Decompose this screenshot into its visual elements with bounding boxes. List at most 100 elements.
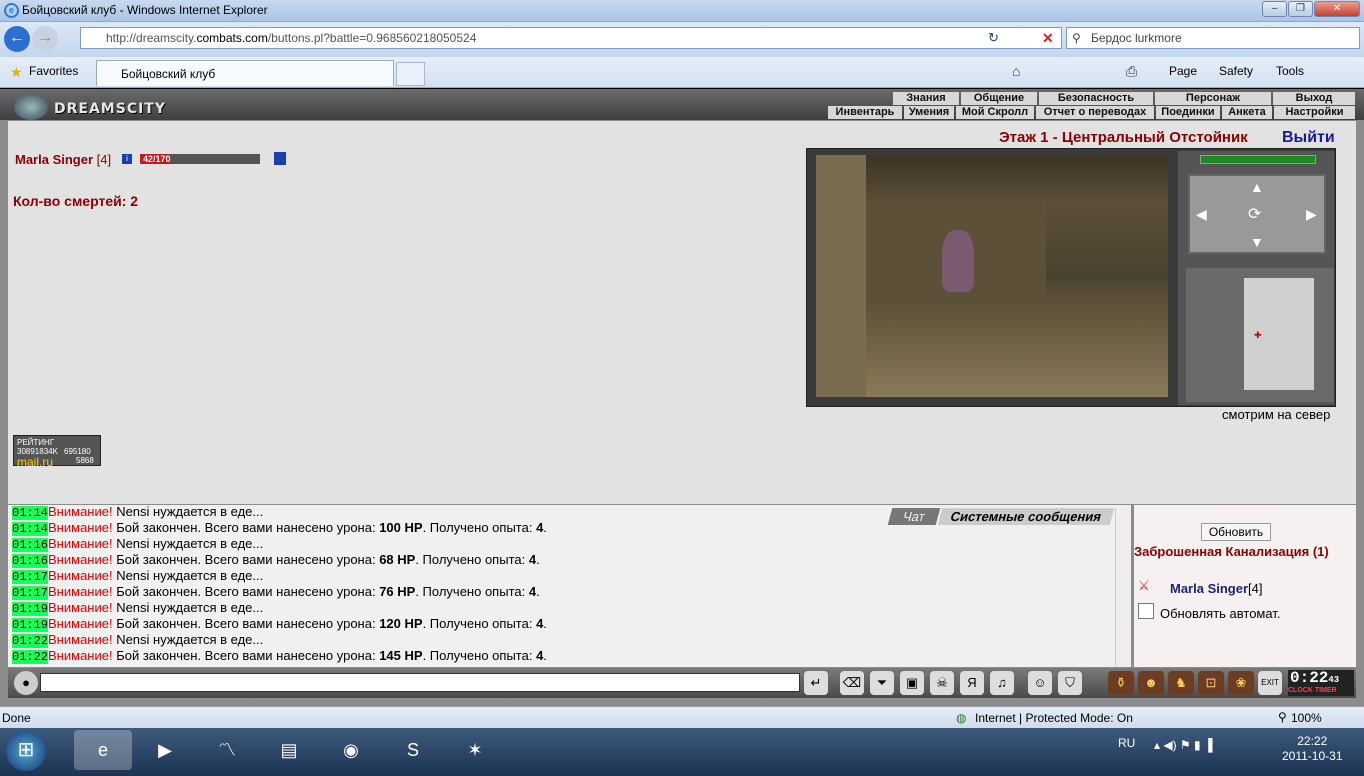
chat-timestamp[interactable]: 01:19	[12, 618, 49, 632]
chat-text: Nensi нуждается в еде...	[112, 504, 264, 519]
close-button[interactable]: ✕	[1314, 1, 1360, 17]
page-menu[interactable]: Page	[1169, 64, 1197, 78]
chat-text: Nensi нуждается в еде...	[112, 568, 264, 583]
rating-counter[interactable]: РЕЙТИНГ 30891834K mail.ru 695180 5868	[13, 435, 101, 468]
player-name: Marla Singer	[15, 152, 94, 167]
mask-icon[interactable]: ☻	[1138, 671, 1164, 695]
taskbar-chrome-icon[interactable]: ◉	[322, 730, 380, 770]
start-button[interactable]: ⊞	[6, 731, 46, 771]
chat-timestamp[interactable]: 01:14	[12, 506, 49, 520]
taskbar-skype-icon[interactable]: S	[384, 730, 442, 770]
back-button[interactable]: ←	[4, 26, 30, 52]
fighter-icon[interactable]: ☠	[930, 671, 954, 695]
home-icon[interactable]: ⌂	[1012, 63, 1020, 79]
bag-icon[interactable]: ⚱	[1108, 671, 1134, 695]
url-domain: combats.com	[196, 31, 268, 45]
chat-timestamp[interactable]: 01:22	[12, 650, 49, 664]
menu-transfers[interactable]: Отчет о переводах	[1036, 106, 1154, 119]
chat-line: 01:22Внимание! Бой закончен. Всего вами …	[12, 648, 547, 665]
exit-link[interactable]: Выйти	[1282, 129, 1335, 147]
forward-button[interactable]: →	[32, 26, 58, 52]
tab-system-messages[interactable]: Системные сообщения	[937, 508, 1115, 525]
chat-warning: Внимание!	[48, 520, 113, 535]
menu-skills[interactable]: Умения	[904, 106, 954, 119]
menu-inventory[interactable]: Инвентарь	[828, 106, 902, 119]
chat-mode-icon[interactable]: ●	[14, 671, 38, 695]
chat-scrollbar[interactable]	[1115, 508, 1130, 667]
url-input[interactable]: http://dreamscity.combats.com/buttons.pl…	[80, 27, 1062, 49]
tab-chat[interactable]: Чат	[887, 508, 941, 525]
arrow-down-icon[interactable]: ▼	[1250, 234, 1264, 250]
menu-settings[interactable]: Настройки	[1274, 106, 1355, 119]
tools-menu[interactable]: Tools	[1276, 64, 1304, 78]
menu-profile[interactable]: Анкета	[1222, 106, 1272, 119]
eraser-icon[interactable]: ⌫	[840, 671, 864, 695]
lock-icon[interactable]: ⊡	[1198, 671, 1224, 695]
minimize-button[interactable]: –	[1262, 1, 1287, 17]
menu-knowledge[interactable]: Знания	[893, 92, 959, 105]
monster-sprite[interactable]	[942, 230, 974, 292]
arrow-left-icon[interactable]: ◀	[1196, 206, 1207, 223]
taskbar-ie-icon[interactable]: e	[74, 730, 132, 770]
player-info[interactable]: Marla Singer [4]	[15, 152, 111, 167]
exit-door-icon[interactable]: EXIT	[1258, 671, 1282, 695]
clock-seconds: 43	[1328, 675, 1340, 685]
search-input[interactable]: Бердос lurkmore	[1066, 27, 1360, 49]
taskbar-media-icon[interactable]: ▶	[136, 730, 194, 770]
arrow-up-icon[interactable]: ▲	[1250, 179, 1264, 195]
menu-character[interactable]: Персонаж	[1155, 92, 1271, 105]
chat-text: Nensi нуждается в еде...	[112, 632, 264, 647]
filter-icon[interactable]: ⏷	[870, 671, 894, 695]
tray-lang[interactable]: RU	[1118, 736, 1135, 750]
arrow-right-icon[interactable]: ▶	[1306, 206, 1317, 223]
chat-damage: 120 HP	[379, 616, 423, 631]
taskbar-folder-icon[interactable]: ▤	[260, 730, 318, 770]
helmet-icon[interactable]: ⛉	[1058, 671, 1082, 695]
facing-direction: смотрим на север	[1222, 407, 1331, 422]
info-icon[interactable]: i	[122, 154, 132, 164]
chat-timestamp[interactable]: 01:14	[12, 522, 49, 536]
print-icon[interactable]: ⎙	[1126, 63, 1137, 80]
chat-timestamp[interactable]: 01:16	[12, 538, 49, 552]
translit-icon[interactable]: Я	[960, 671, 984, 695]
player-marker-icon: ✚	[1254, 330, 1262, 340]
save-log-icon[interactable]: ▣	[900, 671, 924, 695]
zoom-level[interactable]: 100%	[1291, 711, 1322, 725]
chat-input[interactable]	[40, 673, 800, 692]
menu-exit[interactable]: Выход	[1273, 92, 1355, 105]
chat-text-mid: . Получено опыта:	[415, 552, 529, 567]
safety-menu[interactable]: Safety	[1219, 64, 1253, 78]
taskbar-clock[interactable]: 22:22 2011-10-31	[1282, 734, 1343, 764]
tab-combats[interactable]: Бойцовский клуб	[96, 60, 394, 86]
chat-timestamp[interactable]: 01:17	[12, 570, 49, 584]
chat-timestamp[interactable]: 01:17	[12, 586, 49, 600]
player-level: [4]	[96, 152, 112, 167]
refresh-button[interactable]: Обновить	[1201, 523, 1271, 541]
menu-battles[interactable]: Поединки	[1156, 106, 1220, 119]
chat-damage: 100 HP	[379, 520, 423, 535]
chat-timestamp[interactable]: 01:16	[12, 554, 49, 568]
group-icon[interactable]: ❀	[1228, 671, 1254, 695]
maximize-button[interactable]: ❐	[1288, 1, 1313, 17]
new-tab-button[interactable]	[396, 62, 425, 86]
tray-icons[interactable]: ▴ ◀) ⚑ ▮ ▐	[1154, 738, 1212, 752]
sound-icon[interactable]: ♫	[990, 671, 1014, 695]
knight-icon[interactable]: ♞	[1168, 671, 1194, 695]
taskbar-chart-icon[interactable]: 〽	[198, 730, 256, 770]
stop-icon[interactable]: ✕	[1042, 30, 1054, 47]
compass-controls[interactable]: ▲ ▼ ◀ ▶ ⟳	[1188, 174, 1326, 254]
rotate-icon[interactable]: ⟳	[1248, 204, 1261, 224]
chat-timestamp[interactable]: 01:19	[12, 602, 49, 616]
menu-my-scroll[interactable]: Мой Скролл	[956, 106, 1034, 119]
favorites-button[interactable]: Favorites	[29, 64, 78, 78]
room-user[interactable]: Marla Singer[4]	[1170, 581, 1263, 596]
menu-communication[interactable]: Общение	[961, 92, 1037, 105]
send-icon[interactable]: ↵	[804, 671, 828, 695]
refresh-icon[interactable]: ↻	[988, 30, 999, 46]
smiley-icon[interactable]: ☺	[1028, 671, 1052, 695]
menu-security[interactable]: Безопасность	[1039, 92, 1153, 105]
auto-refresh-checkbox[interactable]	[1138, 603, 1154, 619]
taskbar-avast-icon[interactable]: ✶	[446, 730, 504, 770]
chat-warning: Внимание!	[48, 504, 113, 519]
chat-timestamp[interactable]: 01:22	[12, 634, 49, 648]
